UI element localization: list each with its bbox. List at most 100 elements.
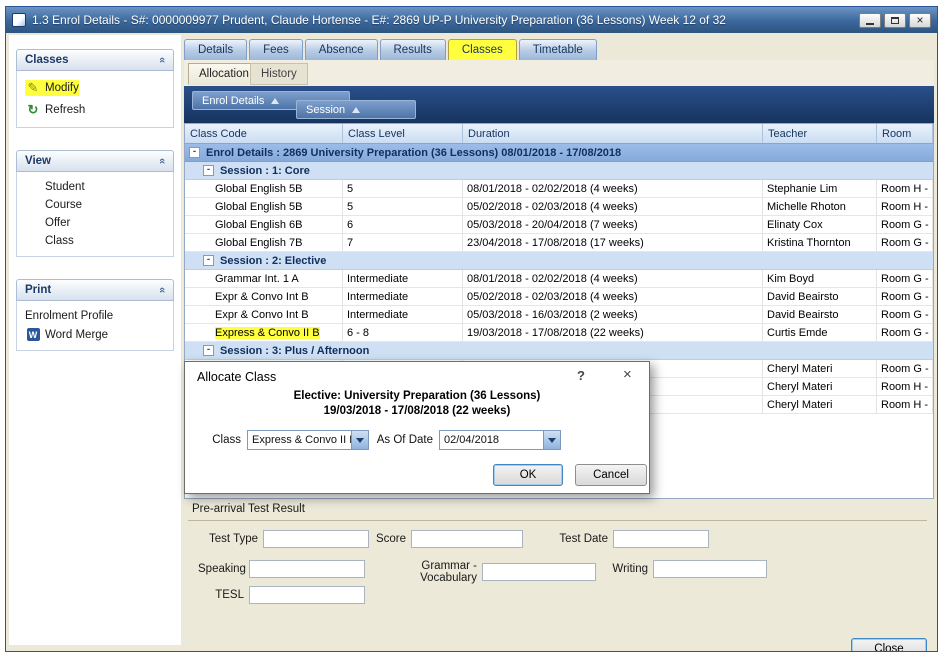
cell-class-code: Global English 7B [185,234,343,251]
column-header-room[interactable]: Room [877,124,933,143]
close-icon: × [916,14,923,26]
tab-results[interactable]: Results [380,39,446,60]
prearrival-title: Pre-arrival Test Result [192,503,305,515]
sidebar-item-modify[interactable]: ✎ Modify [19,77,171,99]
sidebar-item-class[interactable]: Class [19,232,171,250]
subtab-history[interactable]: History [250,63,308,85]
cell-class-code: Expr & Convo Int B [185,288,343,305]
group-row-enrol-details[interactable]: - Enrol Details : 2869 University Prepar… [185,144,933,162]
chevron-down-icon[interactable] [543,431,560,449]
panel-print-header[interactable]: Print « [16,279,174,301]
group-row-session-3[interactable]: - Session : 3: Plus / Afternoon [185,342,933,360]
ok-button[interactable]: OK [493,464,563,486]
cell-class-level: Intermediate [343,270,463,287]
group-chip-session[interactable]: Session [296,100,416,119]
sidebar-item-label: Refresh [45,104,85,116]
restore-icon [891,17,899,24]
cancel-button[interactable]: Cancel [575,464,647,486]
panel-view-title: View [25,155,51,167]
restore-button[interactable] [884,13,906,28]
as-of-date-value: 02/04/2018 [440,431,543,449]
sidebar-item-refresh[interactable]: ↻ Refresh [19,99,171,121]
column-header-teacher[interactable]: Teacher [763,124,877,143]
group-row-label: Enrol Details : 2869 University Preparat… [206,147,621,159]
panel-print: Print « Enrolment Profile W Word Merge [16,279,174,351]
panel-print-body: Enrolment Profile W Word Merge [16,301,174,351]
panel-classes: Classes « ✎ Modify ↻ Refresh [16,49,174,128]
sidebar-item-word-merge[interactable]: W Word Merge [19,325,171,344]
allocate-class-dialog: Allocate Class ? × Elective: University … [184,361,650,494]
cell-teacher: Cheryl Materi [763,360,877,377]
collapse-icon[interactable]: - [203,345,214,356]
sidebar-item-label: Course [45,199,82,211]
dialog-title: Allocate Class [197,370,276,384]
collapse-chevron-icon[interactable]: « [156,287,168,293]
as-of-date-combobox[interactable]: 02/04/2018 [439,430,561,450]
panel-classes-title: Classes [25,54,68,66]
cell-room: Room H - [877,378,933,395]
sidebar-item-course[interactable]: Course [19,196,171,214]
collapse-chevron-icon[interactable]: « [156,158,168,164]
sidebar-item-offer[interactable]: Offer [19,214,171,232]
collapse-icon[interactable]: - [189,147,200,158]
dialog-close-button[interactable]: × [623,366,632,383]
collapse-icon[interactable]: - [203,165,214,176]
tab-fees[interactable]: Fees [249,39,303,60]
sidebar-item-enrolment-profile[interactable]: Enrolment Profile [19,307,171,325]
group-row-session-2[interactable]: - Session : 2: Elective [185,252,933,270]
close-window-button[interactable]: × [909,13,931,28]
table-row[interactable]: Global English 7B 7 23/04/2018 - 17/08/2… [185,234,933,252]
table-row-highlighted[interactable]: Express & Convo II B 6 - 8 19/03/2018 - … [185,324,933,342]
column-header-class-code[interactable]: Class Code [185,124,343,143]
sidebar-item-student[interactable]: Student [19,178,171,196]
cell-duration: 08/01/2018 - 02/02/2018 (4 weeks) [463,180,763,197]
tesl-field[interactable] [249,586,365,604]
cell-duration: 23/04/2018 - 17/08/2018 (17 weeks) [463,234,763,251]
close-button[interactable]: Close [851,638,927,652]
column-header-class-level[interactable]: Class Level [343,124,463,143]
minimize-button[interactable] [859,13,881,28]
table-row[interactable]: Grammar Int. 1 A Intermediate 08/01/2018… [185,270,933,288]
group-row-session-1[interactable]: - Session : 1: Core [185,162,933,180]
table-row[interactable]: Expr & Convo Int B Intermediate 05/02/20… [185,288,933,306]
as-of-date-label: As Of Date [375,434,433,446]
collapse-chevron-icon[interactable]: « [156,57,168,63]
class-label: Class [205,434,241,446]
panel-view-header[interactable]: View « [16,150,174,172]
writing-field[interactable] [653,560,767,578]
table-row[interactable]: Expr & Convo Int B Intermediate 05/03/20… [185,306,933,324]
sidebar-item-label: Word Merge [45,329,108,341]
class-combobox[interactable]: Express & Convo II B [247,430,369,450]
tab-details[interactable]: Details [184,39,247,60]
group-by-bar: Enrol Details Session [184,86,934,123]
group-row-label: Session : 3: Plus / Afternoon [220,345,369,357]
cell-room: Room G - [877,306,933,323]
speaking-field[interactable] [249,560,365,578]
main-tabs: Details Fees Absence Results Classes Tim… [184,39,597,60]
sidebar-item-label: Class [45,235,74,247]
tab-classes[interactable]: Classes [448,39,517,60]
test-type-label: Test Type [206,533,258,545]
score-field[interactable] [411,530,523,548]
panel-print-title: Print [25,284,51,296]
cell-duration: 08/01/2018 - 02/02/2018 (4 weeks) [463,270,763,287]
table-row[interactable]: Global English 6B 6 05/03/2018 - 20/04/2… [185,216,933,234]
grammar-vocabulary-field[interactable] [482,563,596,581]
class-combobox-value: Express & Convo II B [248,431,351,449]
collapse-icon[interactable]: - [203,255,214,266]
test-date-field[interactable] [613,530,709,548]
sidebar-item-label: Offer [45,217,70,229]
help-button[interactable]: ? [577,368,585,383]
chevron-down-icon[interactable] [351,431,368,449]
test-type-field[interactable] [263,530,369,548]
table-row[interactable]: Global English 5B 5 05/02/2018 - 02/03/2… [185,198,933,216]
panel-classes-header[interactable]: Classes « [16,49,174,71]
cell-room: Room G - [877,234,933,251]
column-header-duration[interactable]: Duration [463,124,763,143]
cell-teacher: David Beairsto [763,288,877,305]
table-row[interactable]: Global English 5B 5 08/01/2018 - 02/02/2… [185,180,933,198]
tab-timetable[interactable]: Timetable [519,39,597,60]
tab-absence[interactable]: Absence [305,39,378,60]
panel-classes-body: ✎ Modify ↻ Refresh [16,71,174,128]
test-date-label: Test Date [556,533,608,545]
